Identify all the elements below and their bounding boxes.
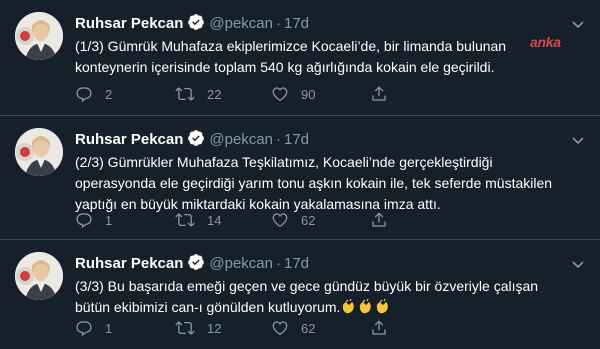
like-count: 62 <box>301 212 316 228</box>
retweet-count: 12 <box>207 320 222 336</box>
tweet-header: Ruhsar Pekcan @pekcan · 17d <box>75 129 309 149</box>
share-button[interactable] <box>370 318 400 338</box>
reply-count: 2 <box>105 86 113 102</box>
reply-count: 1 <box>105 212 113 228</box>
like-count: 62 <box>301 320 316 336</box>
tweet-actions: 2 22 90 <box>75 84 495 104</box>
avatar[interactable] <box>15 252 63 300</box>
timestamp[interactable]: 17d <box>284 15 309 32</box>
reply-button[interactable]: 1 <box>75 318 112 338</box>
like-button[interactable]: 62 <box>271 210 315 230</box>
tweet-text: (3/3) Bu başarıda emeği geçen ve gece gü… <box>75 276 585 318</box>
author-name[interactable]: Ruhsar Pekcan <box>75 131 183 148</box>
reply-icon <box>76 213 92 229</box>
reply-button[interactable]: 1 <box>75 210 112 230</box>
heart-icon <box>272 213 288 228</box>
tweet-text: (2/3) Gümrükler Muhafaza Teşkilatımız, K… <box>75 154 553 212</box>
reply-icon <box>76 321 92 337</box>
like-button[interactable]: 62 <box>271 318 315 338</box>
like-count: 90 <box>301 86 316 102</box>
author-handle[interactable]: @pekcan <box>209 15 273 32</box>
author-name[interactable]: Ruhsar Pekcan <box>75 255 183 272</box>
reply-button[interactable]: 2 <box>75 84 112 104</box>
tweet-text: (1/3) Gümrük Muhafaza ekiplerimizce Koca… <box>75 38 507 75</box>
timestamp[interactable]: 17d <box>284 131 309 148</box>
separator: · <box>276 255 281 272</box>
tweet[interactable]: Ruhsar Pekcan @pekcan · 17d (3/3) Bu başarı… <box>0 240 600 349</box>
chevron-down-icon[interactable] <box>570 16 586 32</box>
timestamp[interactable]: 17d <box>284 255 309 272</box>
tweet-text-content: (3/3) Bu başarıda emeği geçen ve gece gü… <box>75 278 539 315</box>
heart-icon <box>272 321 288 336</box>
verified-badge-icon <box>187 129 205 153</box>
share-button[interactable] <box>370 210 400 230</box>
tweet-header: Ruhsar Pekcan @pekcan · 17d <box>75 253 309 273</box>
share-icon <box>372 212 386 227</box>
author-handle[interactable]: @pekcan <box>209 255 273 272</box>
share-button[interactable] <box>370 84 400 104</box>
avatar[interactable] <box>15 12 63 60</box>
tweet-actions: 1 14 62 <box>75 210 495 230</box>
clapping-hands-icon <box>340 299 390 315</box>
tweet[interactable]: Ruhsar Pekcan @pekcan · 17d (2/3) Gümrükler… <box>0 116 600 240</box>
retweet-button[interactable]: 12 <box>175 318 221 338</box>
author-name[interactable]: Ruhsar Pekcan <box>75 15 183 32</box>
author-handle[interactable]: @pekcan <box>209 131 273 148</box>
avatar[interactable] <box>15 128 63 176</box>
retweet-button[interactable]: 14 <box>175 210 221 230</box>
like-button[interactable]: 90 <box>271 84 315 104</box>
retweet-icon <box>175 213 195 227</box>
tweet-actions: 1 12 62 <box>75 318 495 338</box>
reply-icon <box>76 87 92 103</box>
tweet-header: Ruhsar Pekcan @pekcan · 17d <box>75 13 309 33</box>
retweet-count: 14 <box>207 212 222 228</box>
retweet-button[interactable]: 22 <box>175 84 221 104</box>
reply-count: 1 <box>105 320 113 336</box>
retweet-icon <box>175 87 195 101</box>
verified-badge-icon <box>187 13 205 37</box>
share-icon <box>372 86 386 101</box>
verified-badge-icon <box>187 253 205 277</box>
retweet-icon <box>175 321 195 335</box>
chevron-down-icon[interactable] <box>570 132 586 148</box>
chevron-down-icon[interactable] <box>570 256 586 272</box>
share-icon <box>372 320 386 335</box>
tweet[interactable]: Ruhsar Pekcan @pekcan · 17d anka (1/3) Gümr… <box>0 0 600 116</box>
separator: · <box>276 131 281 148</box>
separator: · <box>276 15 281 32</box>
heart-icon <box>272 87 288 102</box>
retweet-count: 22 <box>207 86 222 102</box>
